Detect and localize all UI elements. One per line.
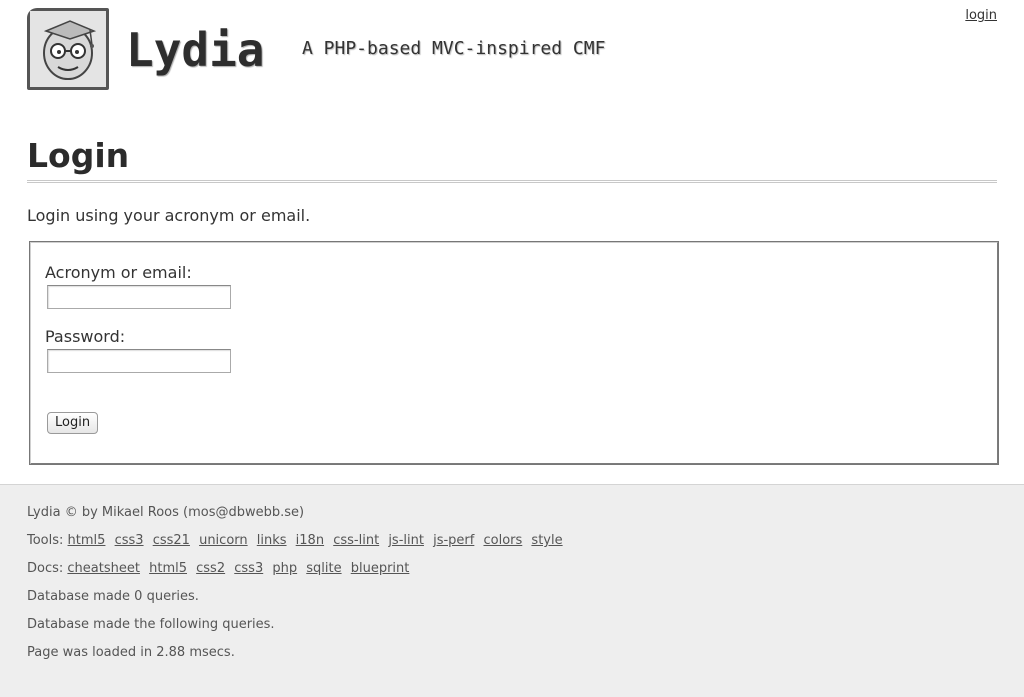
site-header: Lydia A PHP-based MVC-inspired CMF login (0, 0, 1024, 110)
docs-links: Docs: cheatsheet html5 css2 css3 php sql… (27, 560, 997, 578)
page-title: Login (27, 136, 997, 183)
password-label: Password: (45, 327, 126, 346)
intro-text: Login using your acronym or email. (27, 206, 311, 225)
login-link[interactable]: login (965, 8, 997, 23)
tools-link-js-lint[interactable]: js-lint (388, 533, 424, 548)
site-logo[interactable] (27, 8, 109, 90)
docs-link-css2[interactable]: css2 (196, 561, 225, 576)
tools-link-links[interactable]: links (257, 533, 287, 548)
nerd-face-with-graduation-cap-icon (30, 11, 106, 87)
tools-link-i18n[interactable]: i18n (296, 533, 324, 548)
tools-link-colors[interactable]: colors (483, 533, 522, 548)
site-slogan: A PHP-based MVC-inspired CMF (302, 38, 606, 59)
site-title: Lydia (126, 23, 265, 77)
tools-link-css-lint[interactable]: css-lint (333, 533, 379, 548)
docs-link-php[interactable]: php (272, 561, 297, 576)
load-time-text: Page was loaded in 2.88 msecs. (27, 645, 235, 660)
tools-link-style[interactable]: style (531, 533, 562, 548)
tools-label: Tools: (27, 533, 64, 548)
site-footer: Lydia © by Mikael Roos (mos@dbwebb.se) T… (0, 484, 1024, 697)
db-queries-text: Database made 0 queries. (27, 589, 199, 604)
acronym-label: Acronym or email: (45, 263, 192, 282)
tools-links: Tools: html5 css3 css21 unicorn links i1… (27, 532, 997, 550)
tools-link-css3[interactable]: css3 (115, 533, 144, 548)
docs-link-cheatsheet[interactable]: cheatsheet (67, 561, 140, 576)
tools-link-js-perf[interactable]: js-perf (433, 533, 474, 548)
main-content: Login Login using your acronym or email.… (0, 136, 1024, 465)
docs-label: Docs: (27, 561, 64, 576)
tools-link-html5[interactable]: html5 (68, 533, 106, 548)
tools-link-css21[interactable]: css21 (153, 533, 190, 548)
tools-link-unicorn[interactable]: unicorn (199, 533, 248, 548)
password-input[interactable] (47, 349, 231, 373)
login-button[interactable]: Login (47, 411, 99, 434)
db-following-text: Database made the following queries. (27, 617, 275, 632)
docs-link-sqlite[interactable]: sqlite (306, 561, 341, 576)
login-form: Acronym or email: Password: Login (29, 241, 999, 465)
docs-link-blueprint[interactable]: blueprint (351, 561, 410, 576)
copyright-text: Lydia © by Mikael Roos (mos@dbwebb.se) (27, 505, 305, 520)
docs-link-css3[interactable]: css3 (234, 561, 263, 576)
acronym-input[interactable] (47, 285, 231, 309)
docs-link-html5[interactable]: html5 (149, 561, 187, 576)
